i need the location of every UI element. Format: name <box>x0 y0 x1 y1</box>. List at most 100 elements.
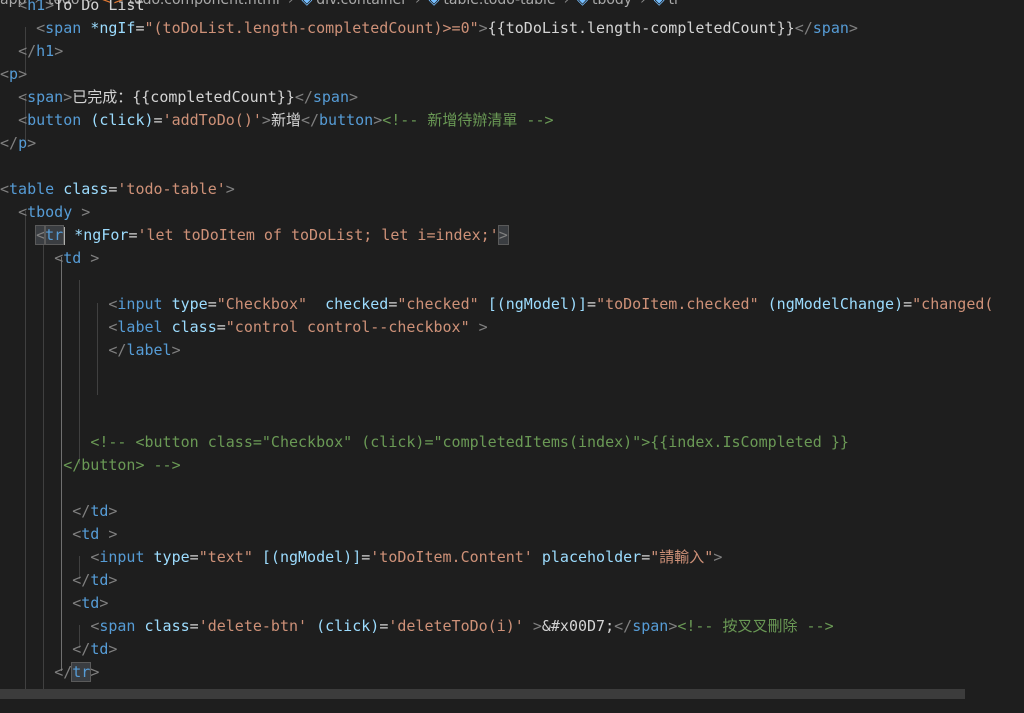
code-token: > <box>27 134 37 152</box>
code-token: tr <box>44 225 65 245</box>
code-token: > <box>668 617 678 635</box>
code-token: > <box>90 663 100 681</box>
code-token: class <box>63 180 109 198</box>
code-line: </label> <box>0 339 1024 362</box>
code-token: </ <box>72 502 91 520</box>
code-line: </p> <box>0 132 1024 155</box>
code-comment: </button> --> <box>63 456 181 474</box>
code-line: <td > <box>0 523 1024 546</box>
bracket-match-highlight: < <box>35 225 47 245</box>
code-token: < <box>90 548 100 566</box>
code-token: </ <box>614 617 633 635</box>
code-token: label <box>117 318 163 336</box>
code-token: </ <box>108 341 127 359</box>
code-token: td <box>63 249 82 267</box>
code-token: To Do List <box>54 0 145 14</box>
code-token: "text" <box>198 548 253 566</box>
code-token: > <box>523 617 542 635</box>
code-token: span <box>812 19 849 37</box>
code-token: > <box>99 525 118 543</box>
code-token: "checked" <box>397 295 479 313</box>
code-editor[interactable]: <h1>To Do List <span *ngIf="(toDoList.le… <box>0 0 1024 706</box>
code-token: > <box>72 203 91 221</box>
code-token: 'deleteToDo(i)' <box>388 617 524 635</box>
code-token: > <box>54 42 64 60</box>
code-token: > <box>171 341 181 359</box>
code-token: < <box>90 617 100 635</box>
code-token: (ngModelChange) <box>767 295 904 313</box>
code-line: <!-- <button class="Checkbox" (click)="c… <box>0 431 1024 454</box>
code-token: = <box>641 548 651 566</box>
code-line: </h1> <box>0 40 1024 63</box>
code-token: = <box>361 548 371 566</box>
code-token: *ngIf <box>90 19 136 37</box>
code-comment: <!-- 按叉叉刪除 --> <box>677 617 834 635</box>
code-token: type <box>153 548 190 566</box>
code-line: </button> --> <box>0 454 1024 477</box>
code-token: = <box>153 111 163 129</box>
code-token: > <box>81 249 100 267</box>
code-token: < <box>18 203 28 221</box>
code-token: > <box>373 111 383 129</box>
code-token: {{toDoList.length-completedCount}} <box>487 19 795 37</box>
editor-bottom-edge <box>0 699 1024 713</box>
code-line: </tr> <box>0 661 1024 684</box>
code-token: table <box>9 180 55 198</box>
code-token: > <box>478 19 488 37</box>
code-token: span <box>99 617 136 635</box>
code-token: p <box>18 134 28 152</box>
code-token: "control control--checkbox" <box>225 318 470 336</box>
code-token: *ngFor <box>74 226 129 244</box>
code-token: < <box>0 65 10 83</box>
code-token: 'delete-btn' <box>198 617 308 635</box>
code-token: </ <box>72 571 91 589</box>
code-token: < <box>0 180 10 198</box>
bracket-match-highlight: > <box>497 225 509 245</box>
code-token: h1 <box>27 0 46 14</box>
code-token: < <box>18 88 28 106</box>
horizontal-scrollbar[interactable] <box>0 689 965 699</box>
code-token: "Checkbox" <box>216 295 308 313</box>
code-token: placeholder <box>541 548 642 566</box>
code-token: = <box>189 617 199 635</box>
code-token: = <box>189 548 199 566</box>
code-token: input <box>117 295 163 313</box>
code-comment: <!-- <button class="Checkbox" (click)="c… <box>90 433 849 451</box>
code-line: <td> <box>0 592 1024 615</box>
code-token: > <box>349 88 359 106</box>
code-token: </ <box>300 111 320 129</box>
code-token: = <box>216 318 226 336</box>
code-token: = <box>903 295 913 313</box>
code-token: < <box>54 249 64 267</box>
code-token: h1 <box>36 42 55 60</box>
code-token: p <box>9 65 19 83</box>
code-token: < <box>18 111 28 129</box>
code-token: (click) <box>316 617 380 635</box>
code-line: <span *ngIf="(toDoList.length-completedC… <box>0 17 1024 40</box>
code-line: </td> <box>0 569 1024 592</box>
code-token: "(toDoList.length-completedCount)>=0" <box>144 19 479 37</box>
code-line: <table class='todo-table'> <box>0 178 1024 201</box>
code-token: input <box>99 548 145 566</box>
code-line: <span>已完成：{{completedCount}}</span> <box>0 86 1024 109</box>
code-token: = <box>207 295 217 313</box>
code-token: < <box>72 525 82 543</box>
code-line: <tbody > <box>0 201 1024 224</box>
code-token: "請輸入" <box>650 548 714 566</box>
code-token: > <box>45 0 55 14</box>
code-token: > <box>18 65 28 83</box>
code-token: span <box>27 88 64 106</box>
